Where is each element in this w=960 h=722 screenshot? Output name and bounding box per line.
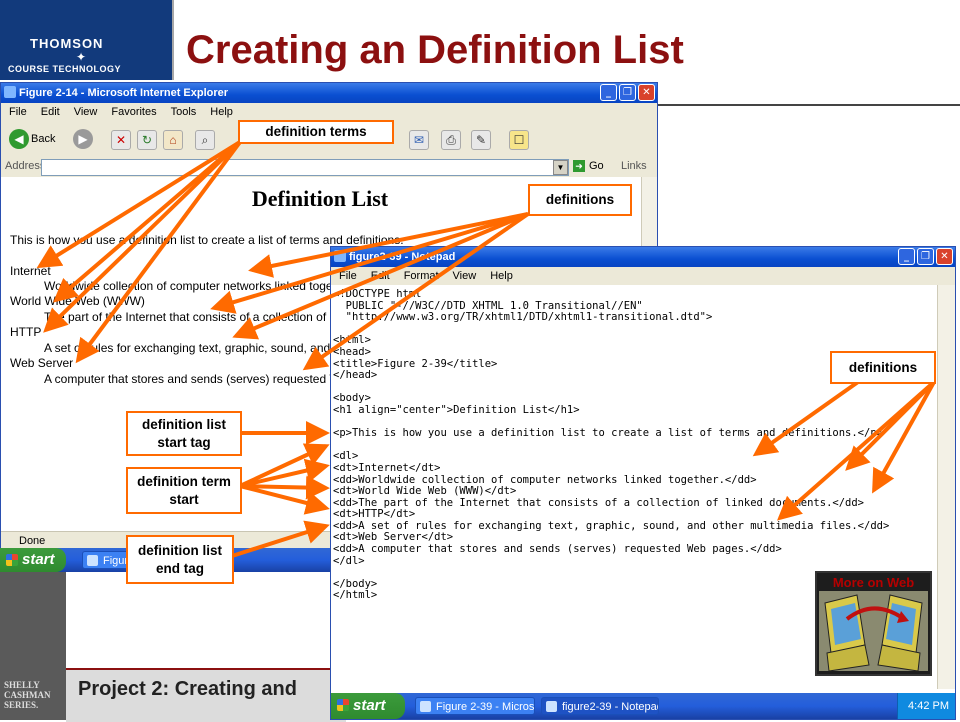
menu-favorites[interactable]: Favorites bbox=[111, 106, 156, 118]
go-arrow-icon[interactable]: ➜ bbox=[573, 160, 585, 172]
stop-icon[interactable]: ✕ bbox=[111, 130, 131, 150]
series-logo: SHELLY CASHMAN SERIES. bbox=[4, 680, 51, 710]
ie-icon bbox=[4, 86, 16, 98]
print-icon[interactable]: ⎙ bbox=[441, 130, 461, 150]
menu-file[interactable]: File bbox=[9, 106, 27, 118]
discuss-icon[interactable]: ☐ bbox=[509, 130, 529, 150]
taskbar-item-ie[interactable]: Figure 2-39 - Microso... bbox=[415, 697, 535, 715]
taskbar-front: start Figure 2-39 - Microso... figure2-3… bbox=[331, 693, 955, 719]
left-bar: SHELLY CASHMAN SERIES. bbox=[0, 572, 66, 720]
page-intro: This is how you use a definition list to… bbox=[10, 233, 404, 247]
callout-dt-start: definition term start bbox=[126, 467, 242, 514]
menu-edit[interactable]: Edit bbox=[41, 106, 60, 118]
header-rule bbox=[655, 104, 960, 106]
title-divider bbox=[172, 0, 174, 80]
start-button[interactable]: start bbox=[331, 693, 405, 719]
maximize-button[interactable]: ❐ bbox=[619, 84, 636, 101]
minimize-button[interactable]: _ bbox=[600, 84, 617, 101]
slide-title: Creating an Definition List bbox=[186, 28, 684, 72]
edit-icon[interactable]: ✎ bbox=[471, 130, 491, 150]
thomson-logo: THOMSON ✦ COURSE TECHNOLOGY bbox=[0, 0, 172, 80]
chevron-down-icon[interactable]: ▼ bbox=[553, 160, 568, 175]
page-term: Web Server bbox=[10, 356, 74, 370]
status-text: Done bbox=[19, 535, 46, 547]
back-arrow-icon[interactable]: ◀ bbox=[9, 129, 29, 149]
menu-help[interactable]: Help bbox=[490, 270, 513, 282]
notepad-scrollbar[interactable] bbox=[937, 285, 955, 689]
menu-format[interactable]: Format bbox=[404, 270, 439, 282]
page-term: HTTP bbox=[10, 325, 42, 339]
callout-definition-terms: definition terms bbox=[238, 120, 394, 144]
menu-tools[interactable]: Tools bbox=[171, 106, 197, 118]
system-tray-clock: 4:42 PM bbox=[897, 693, 955, 719]
ie-titlebar[interactable]: Figure 2-14 - Microsoft Internet Explore… bbox=[1, 83, 657, 103]
home-icon[interactable]: ⌂ bbox=[163, 130, 183, 150]
links-label[interactable]: Links bbox=[621, 160, 647, 172]
notepad-title: figure2-39 - Notepad bbox=[349, 251, 456, 263]
menu-view[interactable]: View bbox=[74, 106, 98, 118]
back-label[interactable]: Back bbox=[31, 133, 55, 145]
menu-view[interactable]: View bbox=[453, 270, 477, 282]
callout-dl-end: definition list end tag bbox=[126, 535, 234, 584]
menu-file[interactable]: File bbox=[339, 270, 357, 282]
callout-dl-start: definition list start tag bbox=[126, 411, 242, 456]
page-def: Worldwide collection of computer network… bbox=[44, 279, 356, 293]
footer-text: Project 2: Creating and bbox=[78, 678, 297, 700]
logo-line1: THOMSON bbox=[30, 36, 104, 51]
notepad-titlebar[interactable]: figure2-39 - Notepad _ ❐ ✕ bbox=[331, 247, 955, 267]
search-icon[interactable]: ⌕ bbox=[195, 130, 215, 150]
page-term: Internet bbox=[10, 264, 51, 278]
taskbar-item-notepad[interactable]: figure2-39 - Notepad bbox=[541, 697, 659, 715]
star-icon: ✦ bbox=[76, 50, 87, 64]
callout-definitions-right: definitions bbox=[830, 351, 936, 384]
maximize-button[interactable]: ❐ bbox=[917, 248, 934, 265]
forward-arrow-icon[interactable]: ▶ bbox=[73, 129, 93, 149]
minimize-button[interactable]: _ bbox=[898, 248, 915, 265]
start-button[interactable]: start bbox=[0, 548, 66, 572]
menu-edit[interactable]: Edit bbox=[371, 270, 390, 282]
menu-help[interactable]: Help bbox=[210, 106, 233, 118]
ie-title: Figure 2-14 - Microsoft Internet Explore… bbox=[19, 87, 229, 99]
close-button[interactable]: ✕ bbox=[936, 248, 953, 265]
logo-line2: COURSE TECHNOLOGY bbox=[8, 64, 122, 74]
refresh-icon[interactable]: ↻ bbox=[137, 130, 157, 150]
callout-definitions-top: definitions bbox=[528, 184, 632, 216]
close-button[interactable]: ✕ bbox=[638, 84, 655, 101]
more-on-web-badge[interactable]: More on Web bbox=[815, 571, 932, 676]
mail-icon[interactable]: ✉ bbox=[409, 130, 429, 150]
go-button[interactable]: Go bbox=[589, 160, 604, 172]
computers-icon bbox=[819, 591, 928, 672]
notepad-menubar: File Edit Format View Help bbox=[331, 267, 955, 286]
address-input[interactable] bbox=[41, 159, 569, 176]
ie-address-bar: Address ▼ ➜ Go Links bbox=[1, 157, 657, 178]
notepad-icon bbox=[334, 250, 346, 262]
address-label: Address bbox=[5, 160, 46, 172]
page-term: World Wide Web (WWW) bbox=[10, 294, 145, 308]
